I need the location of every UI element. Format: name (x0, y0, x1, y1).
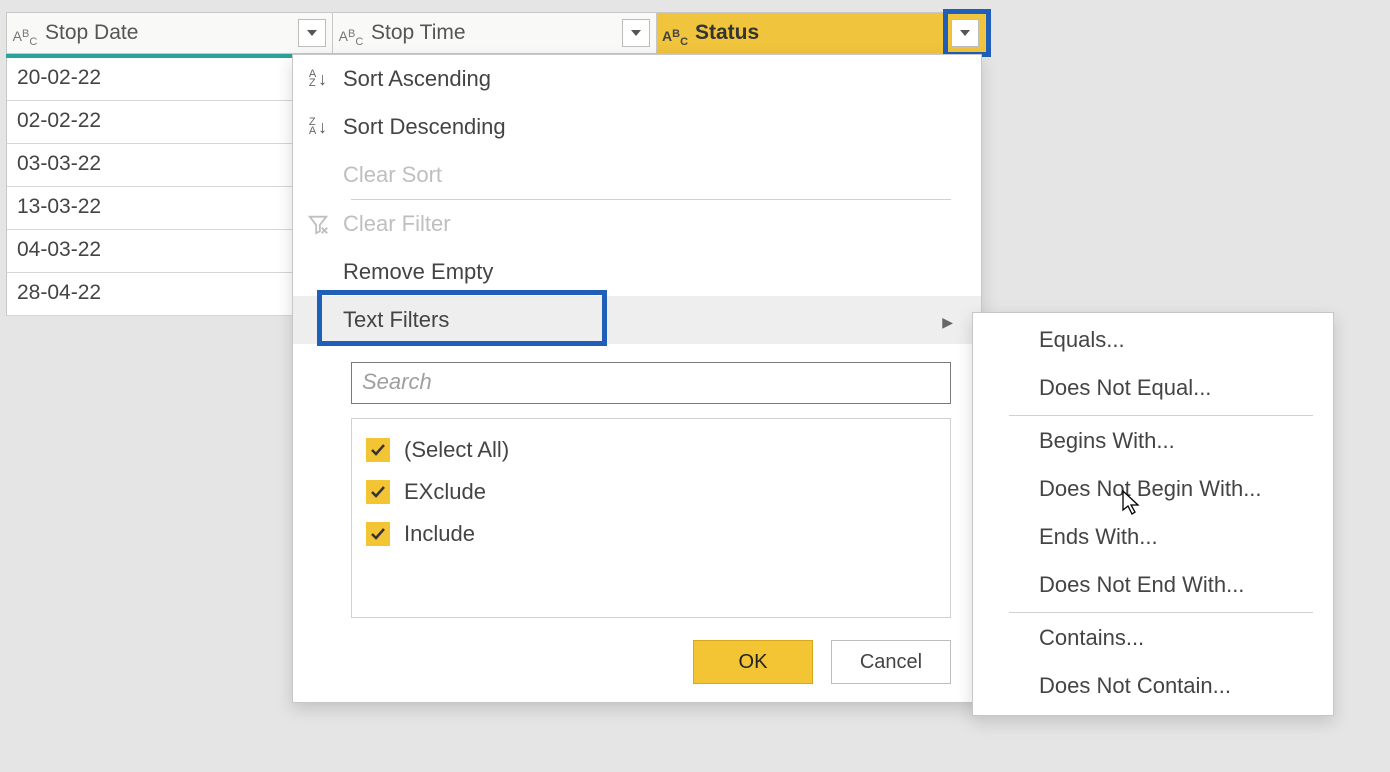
text-type-icon: ABC (333, 23, 369, 44)
column-filter-dropdown-button[interactable] (298, 19, 326, 47)
chevron-down-icon (631, 28, 641, 38)
chevron-down-icon (960, 28, 970, 38)
submenu-item-contains[interactable]: Contains... (973, 615, 1333, 663)
column-filter-menu: AZ ↓ Sort Ascending ZA ↓ Sort Descending… (292, 54, 982, 703)
column-header-row: ABC Stop Date ABC Stop Time ABC Status (6, 12, 986, 54)
checkbox-checked-icon[interactable] (366, 438, 390, 462)
text-type-icon: ABC (7, 23, 43, 44)
table-cell[interactable]: 02-02-22 (6, 101, 333, 144)
submenu-item-begins-with[interactable]: Begins With... (973, 418, 1333, 466)
menu-separator (1009, 415, 1313, 416)
column-filter-dropdown-button[interactable] (951, 19, 979, 47)
checkbox-checked-icon[interactable] (366, 522, 390, 546)
menu-item-text-filters[interactable]: Text Filters ▶ (293, 296, 981, 344)
filter-value-label: EXclude (404, 479, 486, 505)
table-cell[interactable]: 03-03-22 (6, 144, 333, 187)
dialog-button-row: OK Cancel (293, 626, 981, 694)
filter-value-label: (Select All) (404, 437, 509, 463)
submenu-arrow-icon: ▶ (942, 314, 953, 331)
table-cell[interactable]: 28-04-22 (6, 273, 333, 316)
submenu-item-does-not-equal[interactable]: Does Not Equal... (973, 365, 1333, 413)
submenu-item-ends-with[interactable]: Ends With... (973, 514, 1333, 562)
table-cell[interactable]: 04-03-22 (6, 230, 333, 273)
column-title: Status (693, 21, 951, 45)
filter-value-item[interactable]: (Select All) (366, 429, 936, 471)
text-filters-submenu: Equals... Does Not Equal... Begins With.… (972, 312, 1334, 716)
chevron-down-icon (307, 28, 317, 38)
menu-item-sort-descending[interactable]: ZA ↓ Sort Descending (293, 103, 981, 151)
checkbox-checked-icon[interactable] (366, 480, 390, 504)
filter-value-label: Include (404, 521, 475, 547)
column-header-stop-date[interactable]: ABC Stop Date (6, 12, 333, 54)
table-cell[interactable]: 20-02-22 (6, 58, 333, 101)
submenu-item-does-not-contain[interactable]: Does Not Contain... (973, 663, 1333, 711)
mouse-cursor-icon (1122, 490, 1142, 516)
filter-value-item[interactable]: EXclude (366, 471, 936, 513)
submenu-item-equals[interactable]: Equals... (973, 317, 1333, 365)
column-filter-dropdown-button[interactable] (622, 19, 650, 47)
filter-value-item[interactable]: Include (366, 513, 936, 555)
data-cells-stop-date: 20-02-22 02-02-22 03-03-22 13-03-22 04-0… (6, 58, 333, 316)
table-cell[interactable]: 13-03-22 (6, 187, 333, 230)
submenu-item-does-not-end-with[interactable]: Does Not End With... (973, 562, 1333, 610)
menu-separator (1009, 612, 1313, 613)
column-title: Stop Date (43, 21, 298, 45)
column-header-status[interactable]: ABC Status (657, 12, 986, 54)
text-type-icon: ABC (657, 23, 693, 44)
column-title: Stop Time (369, 21, 622, 45)
sort-ascending-icon: AZ ↓ (293, 69, 343, 90)
clear-filter-icon (293, 213, 343, 235)
menu-item-remove-empty[interactable]: Remove Empty (293, 248, 981, 296)
column-header-stop-time[interactable]: ABC Stop Time (333, 12, 657, 54)
filter-values-list: (Select All) EXclude Include (351, 418, 951, 618)
cancel-button[interactable]: Cancel (831, 640, 951, 684)
filter-search-input[interactable]: Search (351, 362, 951, 404)
menu-item-clear-sort: Clear Sort (293, 151, 981, 199)
submenu-item-does-not-begin-with[interactable]: Does Not Begin With... (973, 466, 1333, 514)
sort-descending-icon: ZA ↓ (293, 117, 343, 138)
menu-item-clear-filter: Clear Filter (293, 200, 981, 248)
menu-item-sort-ascending[interactable]: AZ ↓ Sort Ascending (293, 55, 981, 103)
ok-button[interactable]: OK (693, 640, 813, 684)
